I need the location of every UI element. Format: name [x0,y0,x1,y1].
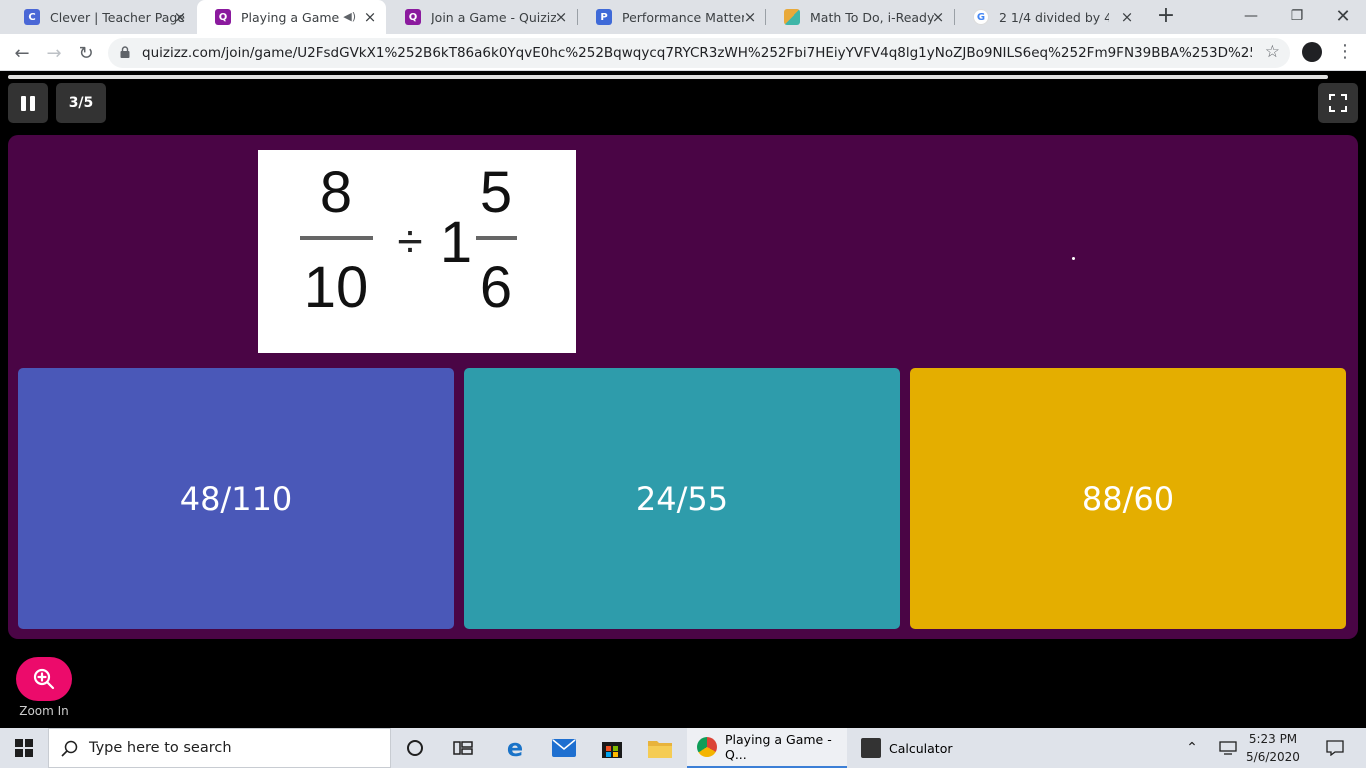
search-placeholder: Type here to search [89,740,232,756]
back-arrow-icon[interactable]: ← [9,40,35,66]
question-counter: 3/5 [56,83,106,123]
network-monitor-icon [1219,741,1237,755]
notifications-icon[interactable] [1320,728,1350,768]
calculator-icon [861,738,881,758]
minimize-icon[interactable]: — [1228,0,1274,32]
chrome-icon [697,737,717,757]
zoom-in-button[interactable] [16,657,72,701]
answer-option-1[interactable]: 48/110 [18,368,454,629]
file-explorer-icon[interactable] [636,728,684,768]
fullscreen-icon [1329,94,1347,112]
bookmark-star-icon[interactable]: ☆ [1265,42,1280,62]
reload-icon[interactable]: ↻ [73,40,99,66]
store-bag-icon [602,742,622,758]
clock-date: 5/6/2020 [1246,750,1300,764]
close-icon[interactable]: × [1119,9,1135,25]
division-operator: ÷ [397,215,422,267]
browser-tab-strip: C Clever | Teacher Page × Q Playing a Ga… [0,0,1366,34]
close-icon[interactable]: × [742,9,758,25]
close-icon[interactable]: × [362,9,378,25]
lock-icon [120,46,130,58]
action-center-icon [1326,740,1344,756]
fraction-bar [300,236,373,240]
fullscreen-button[interactable] [1318,83,1358,123]
profile-avatar-icon[interactable] [1302,42,1322,62]
mixed-fraction-bar [476,236,517,240]
clock-time: 5:23 PM [1248,732,1298,746]
question-expression-image: 8 10 ÷ 1 5 6 [258,150,576,353]
mixed-numerator: 5 [480,160,512,225]
close-icon[interactable]: × [930,9,946,25]
mail-envelope-icon [552,739,576,757]
tab-join-a-game[interactable]: Q Join a Game - Quizizz × [387,0,577,34]
taskbar-app-label: Calculator [889,740,953,756]
browser-menu-icon[interactable]: ⋮ [1336,42,1354,62]
cortana-icon[interactable] [391,728,439,768]
restore-icon[interactable]: ❐ [1274,0,1320,32]
mail-icon[interactable] [540,728,588,768]
google-favicon-icon: G [973,9,989,25]
tab-playing-a-game[interactable]: Q Playing a Game - Quizizz ◀) × [197,0,386,34]
tab-clever[interactable]: C Clever | Teacher Page × [6,0,196,34]
tab-google-search[interactable]: G 2 1/4 divided by 4 1/5 - Google Search… [955,0,1143,34]
taskbar-app-label: Playing a Game - Q... [725,732,832,762]
iready-favicon-icon [784,9,800,25]
new-tab-button[interactable]: + [1155,5,1177,27]
audio-playing-icon[interactable]: ◀) [343,10,356,23]
answer-option-2[interactable]: 24/55 [464,368,900,629]
browser-toolbar: ← → ↻ quizizz.com/join/game/U2FsdGVkX1%2… [0,34,1366,71]
pause-icon-bar [30,95,35,111]
cortana-circle-icon [407,740,423,756]
tab-performance-matters[interactable]: P Performance Matters | Clever × [578,0,766,34]
performance-matters-favicon-icon: P [596,9,612,25]
edge-icon[interactable]: e [491,728,539,768]
fraction-numerator: 8 [320,160,352,225]
fraction-denominator: 10 [304,255,369,320]
tab-iready[interactable]: Math To Do, i-Ready × [766,0,954,34]
zoom-in-label: Zoom In [19,704,69,718]
taskbar-chrome-app[interactable]: Playing a Game - Q... [687,728,847,768]
close-icon[interactable]: × [553,9,569,25]
pause-icon-bar [21,95,26,111]
pause-button[interactable] [8,83,48,123]
task-view-glyph-icon [453,741,473,755]
taskbar-calculator-app[interactable]: Calculator [851,728,1011,768]
tab-title: Playing a Game - Quizizz [241,9,341,25]
windows-logo-icon [15,739,33,757]
taskbar-search-box[interactable]: Type here to search [48,728,391,768]
answer-option-3[interactable]: 88/60 [910,368,1346,629]
tab-title: 2 1/4 divided by 4 1/5 - Google Search [999,9,1109,25]
store-icon[interactable] [588,728,636,768]
quizizz-favicon-icon: Q [405,9,421,25]
window-close-icon[interactable]: ✕ [1320,0,1366,32]
mixed-denominator: 6 [480,255,512,320]
mixed-whole-number: 1 [440,210,472,275]
clever-favicon-icon: C [24,9,40,25]
tab-title: Join a Game - Quizizz [431,9,556,25]
tab-title: Performance Matters | Clever [622,9,744,25]
close-icon[interactable]: × [172,9,188,25]
question-panel: 8 10 ÷ 1 5 6 48/110 24/55 88/60 [8,135,1358,639]
quizizz-favicon-icon: Q [215,9,231,25]
start-button[interactable] [0,728,48,768]
cursor-dot [1072,257,1075,260]
quiz-game-area: 3/5 8 10 ÷ 1 5 6 48/110 24/55 88/60 Zoom… [0,71,1366,729]
fraction-expression: 8 10 ÷ 1 5 6 [300,160,517,320]
task-view-icon[interactable] [439,728,487,768]
search-icon [61,740,78,757]
tab-title: Math To Do, i-Ready [810,9,935,25]
url-text: quizizz.com/join/game/U2FsdGVkX1%252B6kT… [142,45,1252,61]
chevron-up-icon[interactable]: ⌃ [1180,728,1204,768]
taskbar-clock[interactable]: 5:23 PM 5/6/2020 [1238,730,1308,766]
windows-taskbar: Type here to search e Playing a Game - Q… [0,728,1366,768]
folder-icon [648,741,672,758]
forward-arrow-icon[interactable]: → [41,40,67,66]
quiz-progress-bar [8,75,1328,79]
zoom-in-icon [33,668,55,690]
address-bar[interactable]: quizizz.com/join/game/U2FsdGVkX1%252B6kT… [108,38,1290,68]
